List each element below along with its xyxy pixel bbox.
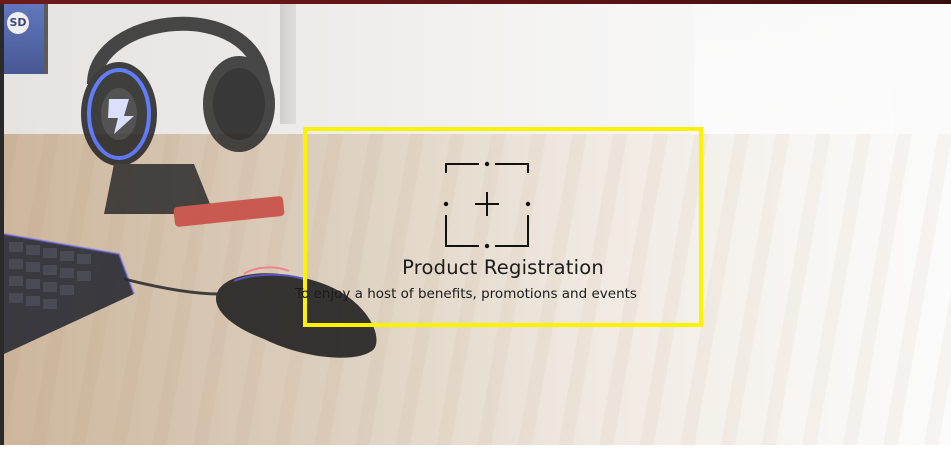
registration-title: Product Registration	[402, 256, 604, 279]
product-scan-plus-icon	[443, 161, 531, 249]
headset-image	[81, 16, 285, 227]
monitor: SD	[4, 4, 48, 74]
registration-subtitle: To enjoy a host of benefits, promotions …	[295, 286, 637, 302]
page: SD Product Registration To enjoy a host …	[0, 0, 951, 449]
bottom-edge	[0, 445, 951, 449]
monitor-badge: SD	[7, 12, 29, 34]
left-edge-bar	[0, 4, 4, 449]
keyboard-image	[4, 233, 135, 354]
product-registration-card[interactable]: Product Registration To enjoy a host of …	[295, 127, 703, 327]
